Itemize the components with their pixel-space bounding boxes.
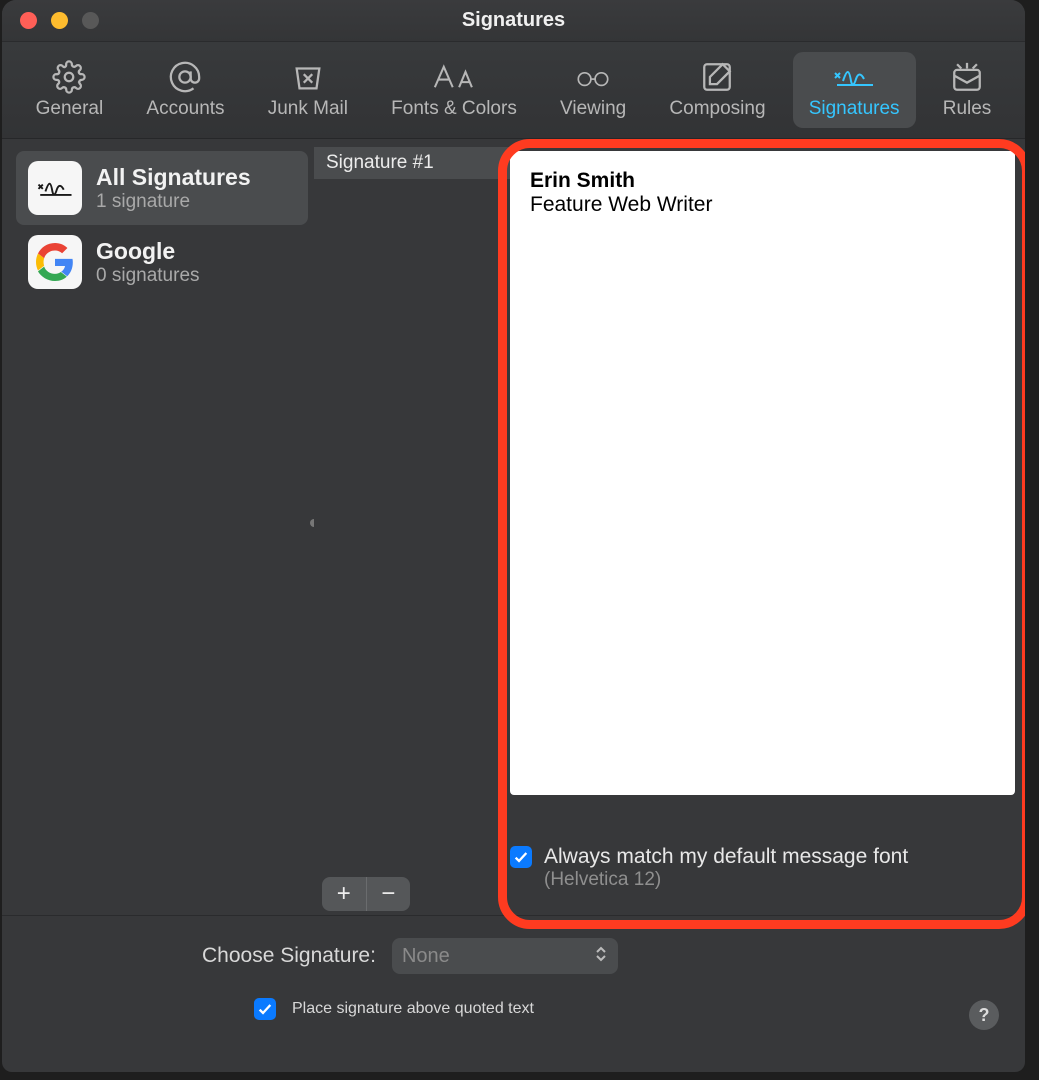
signature-item[interactable]: Signature #1	[314, 147, 510, 179]
preferences-window: Signatures General Accounts Junk Mail F	[2, 0, 1025, 1072]
font-hint: (Helvetica 12)	[544, 869, 908, 891]
choose-signature-row: Choose Signature: None	[22, 938, 1005, 974]
tab-composing[interactable]: Composing	[653, 52, 781, 128]
place-above-label: Place signature above quoted text	[292, 1000, 534, 1018]
gear-icon	[52, 60, 86, 94]
tab-rules-label: Rules	[943, 98, 992, 120]
tab-fonts-colors[interactable]: Fonts & Colors	[375, 52, 533, 128]
signature-icon	[831, 60, 877, 94]
account-texts: All Signatures 1 signature	[96, 164, 251, 213]
all-signatures-icon	[28, 161, 82, 215]
add-signature-button[interactable]: +	[322, 877, 366, 911]
tab-accounts-label: Accounts	[146, 98, 224, 120]
at-icon	[168, 60, 202, 94]
tab-junk-mail[interactable]: Junk Mail	[252, 52, 364, 128]
window-title: Signatures	[2, 9, 1025, 32]
account-subtitle: 0 signatures	[96, 265, 200, 287]
tab-composing-label: Composing	[669, 98, 765, 120]
signature-editor[interactable]: Erin Smith Feature Web Writer	[510, 151, 1015, 795]
choose-signature-label: Choose Signature:	[202, 944, 376, 968]
fonts-icon	[431, 60, 477, 94]
account-google[interactable]: Google 0 signatures	[16, 225, 308, 299]
place-above-checkbox[interactable]	[254, 998, 276, 1020]
account-all-signatures[interactable]: All Signatures 1 signature	[16, 151, 308, 225]
compose-icon	[700, 60, 734, 94]
glasses-icon	[572, 60, 614, 94]
rules-icon	[950, 60, 984, 94]
tab-viewing-label: Viewing	[560, 98, 626, 120]
signature-line-2: Feature Web Writer	[530, 193, 712, 216]
tab-general[interactable]: General	[20, 52, 120, 128]
google-icon	[28, 235, 82, 289]
place-above-row: Place signature above quoted text	[254, 998, 1005, 1020]
signatures-list: Signature #1 + −	[314, 139, 510, 909]
choose-signature-value: None	[402, 945, 450, 968]
chevron-up-down-icon	[594, 945, 608, 968]
preferences-toolbar: General Accounts Junk Mail Fonts & Color…	[2, 42, 1025, 139]
titlebar: Signatures	[2, 0, 1025, 42]
match-font-row: Always match my default message font	[510, 845, 908, 869]
footer: Choose Signature: None Place signature a…	[2, 922, 1025, 1048]
accounts-sidebar: All Signatures 1 signature Google 0 sign…	[2, 139, 314, 909]
tab-junk-mail-label: Junk Mail	[268, 98, 348, 120]
choose-signature-select[interactable]: None	[392, 938, 618, 974]
account-title: All Signatures	[96, 164, 251, 191]
signature-line-1: Erin Smith	[530, 169, 635, 192]
match-font-checkbox[interactable]	[510, 846, 532, 868]
tab-signatures-label: Signatures	[809, 98, 900, 120]
tab-accounts[interactable]: Accounts	[130, 52, 240, 128]
match-font-label: Always match my default message font	[544, 845, 908, 869]
add-remove-group: + −	[314, 867, 410, 911]
tab-rules[interactable]: Rules	[927, 52, 1008, 128]
account-title: Google	[96, 238, 200, 265]
account-texts: Google 0 signatures	[96, 238, 200, 287]
junk-icon	[291, 60, 325, 94]
help-button[interactable]: ?	[969, 1000, 999, 1030]
main-content: All Signatures 1 signature Google 0 sign…	[2, 139, 1025, 1048]
remove-signature-button[interactable]: −	[367, 877, 411, 911]
signature-editor-wrap: Erin Smith Feature Web Writer Always mat…	[510, 139, 1025, 909]
tab-signatures[interactable]: Signatures	[793, 52, 916, 128]
columns: All Signatures 1 signature Google 0 sign…	[2, 139, 1025, 909]
divider	[2, 915, 1025, 916]
account-subtitle: 1 signature	[96, 191, 251, 213]
tab-fonts-colors-label: Fonts & Colors	[391, 98, 517, 120]
tab-viewing[interactable]: Viewing	[544, 52, 642, 128]
tab-general-label: General	[36, 98, 104, 120]
